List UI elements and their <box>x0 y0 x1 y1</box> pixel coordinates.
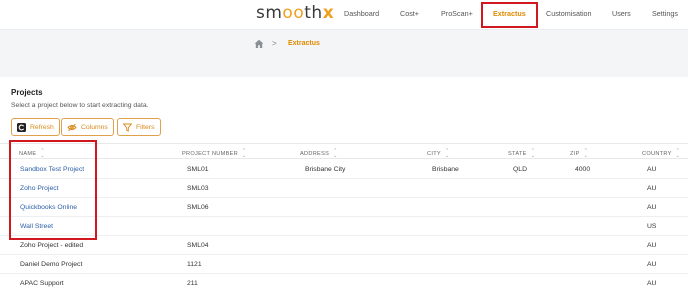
nav-cost-plus[interactable]: Cost+ <box>400 9 419 18</box>
column-header-label: PROJECT NUMBER <box>182 151 238 157</box>
project-name[interactable]: APAC Support <box>20 280 64 287</box>
column-header-label: COUNTRY <box>642 151 672 157</box>
nav-customisation[interactable]: Customisation <box>546 9 592 18</box>
column-header-label: STATE <box>508 151 527 157</box>
column-header-city[interactable]: CITY ⌃ ⌄ <box>427 149 449 159</box>
project-country: AU <box>647 261 657 268</box>
projects-card: Projects Select a project below to start… <box>0 77 688 293</box>
nav-settings[interactable]: Settings <box>652 9 678 18</box>
projects-subtitle: Select a project below to start extracti… <box>11 102 149 109</box>
eye-off-icon <box>67 123 77 131</box>
project-number: 211 <box>187 280 198 287</box>
project-country: AU <box>647 280 657 287</box>
table-header: NAME ⌃ ⌄ PROJECT NUMBER ⌃ ⌄ ADDRESS ⌃ ⌄ CITY ⌃ ⌄… <box>0 143 688 159</box>
column-header-label: ZIP <box>570 151 580 157</box>
table-row[interactable]: Wall Street US <box>0 217 688 236</box>
breadcrumb: > Extractus <box>0 29 688 59</box>
logo-text-mid: oo <box>282 3 305 23</box>
extractus-highlight-box <box>481 2 538 28</box>
sort-icon[interactable]: ⌃ ⌄ <box>445 149 450 159</box>
project-number: 1121 <box>187 261 202 268</box>
column-header-zip[interactable]: ZIP ⌃ ⌄ <box>570 149 588 159</box>
project-name[interactable]: Daniel Demo Project <box>20 261 82 268</box>
columns-button[interactable]: Columns <box>61 118 114 136</box>
projects-title: Projects <box>11 88 43 97</box>
project-address: Brisbane City <box>305 166 346 173</box>
table-row[interactable]: Sandbox Test Project SML01 Brisbane City… <box>0 160 688 179</box>
project-number: SML06 <box>187 204 209 211</box>
project-country: US <box>647 223 657 230</box>
project-country: AU <box>647 166 657 173</box>
column-header-state[interactable]: STATE ⌃ ⌄ <box>508 149 535 159</box>
column-header-address[interactable]: ADDRESS ⌃ ⌄ <box>300 149 338 159</box>
filters-button[interactable]: Filters <box>117 118 161 136</box>
project-country: AU <box>647 204 657 211</box>
project-zip: 4000 <box>575 166 591 173</box>
logo-text-th: th <box>304 3 323 23</box>
columns-label: Columns <box>81 123 108 131</box>
sort-icon[interactable]: ⌃ ⌄ <box>584 149 589 159</box>
table-row[interactable]: Zoho Project SML03 AU <box>0 179 688 198</box>
project-country: AU <box>647 185 657 192</box>
table-row[interactable]: APAC Support 211 AU <box>0 274 688 293</box>
column-header-country[interactable]: COUNTRY ⌃ ⌄ <box>642 149 680 159</box>
filters-label: Filters <box>136 123 155 131</box>
project-number: SML01 <box>187 166 209 173</box>
smoothx-logo[interactable]: smoothx <box>256 4 334 22</box>
logo-text-prefix: sm <box>256 3 283 23</box>
project-city: Brisbane <box>432 166 459 173</box>
breadcrumb-current: Extractus <box>288 40 320 47</box>
nav-dashboard[interactable]: Dashboard <box>344 9 379 18</box>
refresh-button[interactable]: Refresh <box>11 118 60 136</box>
sort-icon[interactable]: ⌃ ⌄ <box>333 149 338 159</box>
home-icon[interactable] <box>254 39 264 49</box>
refresh-icon <box>17 122 26 132</box>
column-header-label: ADDRESS <box>300 151 330 157</box>
nav-proscan-plus[interactable]: ProScan+ <box>441 9 473 18</box>
table-row[interactable]: Daniel Demo Project 1121 AU <box>0 255 688 274</box>
nav-users[interactable]: Users <box>612 9 631 18</box>
sort-icon[interactable]: ⌃ ⌄ <box>676 149 681 159</box>
project-number: SML04 <box>187 242 209 249</box>
project-number: SML03 <box>187 185 209 192</box>
logo-text-x: x <box>322 3 335 23</box>
project-state: QLD <box>513 166 527 173</box>
sort-icon[interactable]: ⌃ ⌄ <box>531 149 536 159</box>
filter-icon <box>123 123 132 132</box>
table-row[interactable]: Zoho Project - edited SML04 AU <box>0 236 688 255</box>
breadcrumb-separator: > <box>272 39 277 48</box>
top-navbar: smoothx Dashboard Cost+ ProScan+ Extract… <box>0 0 688 29</box>
name-column-highlight-box <box>9 140 97 240</box>
project-country: AU <box>647 242 657 249</box>
table-row[interactable]: Quickbooks Online SML06 AU <box>0 198 688 217</box>
refresh-label: Refresh <box>30 123 54 131</box>
project-name[interactable]: Zoho Project - edited <box>20 242 83 249</box>
sort-icon[interactable]: ⌃ ⌄ <box>242 149 247 159</box>
column-header-project-number[interactable]: PROJECT NUMBER ⌃ ⌄ <box>182 149 247 159</box>
column-header-label: CITY <box>427 151 441 157</box>
